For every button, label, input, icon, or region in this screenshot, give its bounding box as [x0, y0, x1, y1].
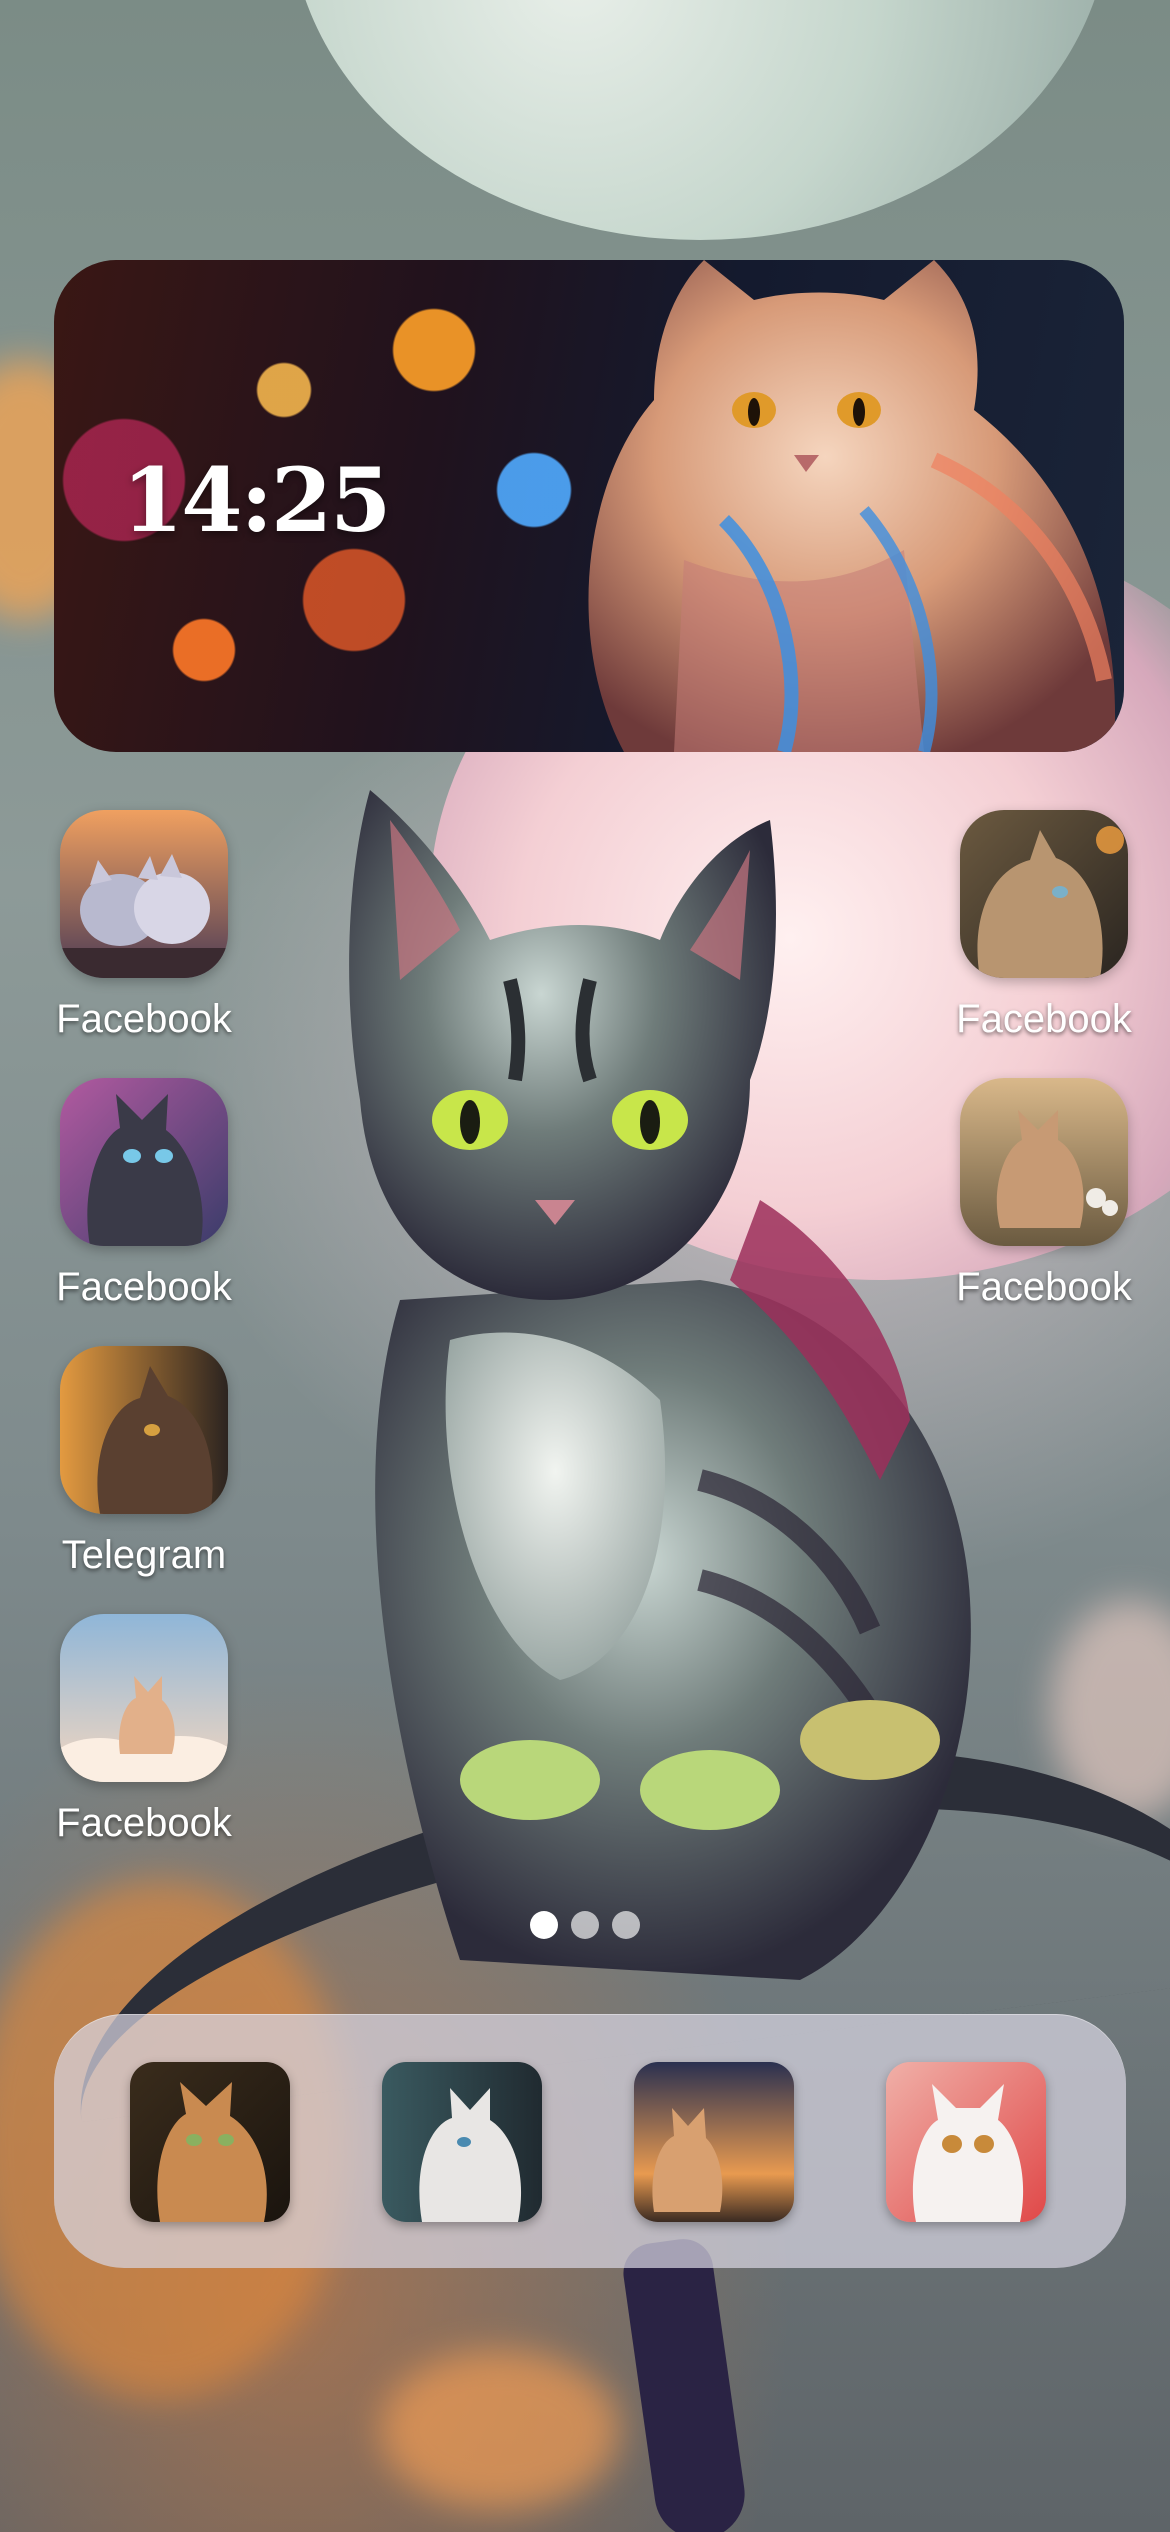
kitten-icon [960, 1078, 1128, 1246]
app-facebook[interactable]: Facebook [24, 1614, 264, 1846]
page-dot-2[interactable] [571, 1911, 599, 1939]
app-facebook[interactable]: Facebook [924, 810, 1164, 1042]
clock-time: 14:25 [122, 448, 391, 552]
app-label: Facebook [956, 997, 1132, 1041]
ginger-cat-icon [130, 2062, 290, 2222]
app-label: Facebook [956, 1265, 1132, 1309]
app-facebook[interactable]: Facebook [924, 1078, 1164, 1310]
dark-cat-icon [60, 1078, 228, 1246]
sunset-kitten-icon [634, 2062, 794, 2222]
white-kitten-icon [886, 2062, 1046, 2222]
app-facebook[interactable]: Facebook [24, 810, 264, 1042]
app-label: Telegram [61, 1533, 227, 1577]
app-label: Facebook [56, 1801, 232, 1845]
wallpaper-cat-tail [619, 2235, 751, 2532]
dock-app-2[interactable] [382, 2062, 542, 2222]
dock-app-3[interactable] [634, 2062, 794, 2222]
fluffy-cat-photo [588, 260, 1116, 752]
dock-app-1[interactable] [130, 2062, 290, 2222]
wallpaper-planet-top [290, 0, 1110, 240]
brown-cat-icon [60, 1346, 228, 1514]
app-label: Facebook [56, 997, 232, 1041]
photo-clock-widget[interactable]: 14:25 [54, 260, 1124, 752]
page-indicator[interactable] [530, 1911, 646, 1941]
dock [54, 2014, 1126, 2268]
cats-cuddling-icon [60, 810, 228, 978]
white-cat-icon [382, 2062, 542, 2222]
app-telegram[interactable]: Telegram [24, 1346, 264, 1578]
dock-app-4[interactable] [886, 2062, 1046, 2222]
page-dot-1[interactable] [530, 1911, 558, 1939]
app-facebook[interactable]: Facebook [24, 1078, 264, 1310]
app-label: Facebook [56, 1265, 232, 1309]
tabby-cat-icon [960, 810, 1128, 978]
wallpaper-glow [380, 2350, 620, 2510]
page-dot-3[interactable] [612, 1911, 640, 1939]
cloud-kitten-icon [60, 1614, 228, 1782]
